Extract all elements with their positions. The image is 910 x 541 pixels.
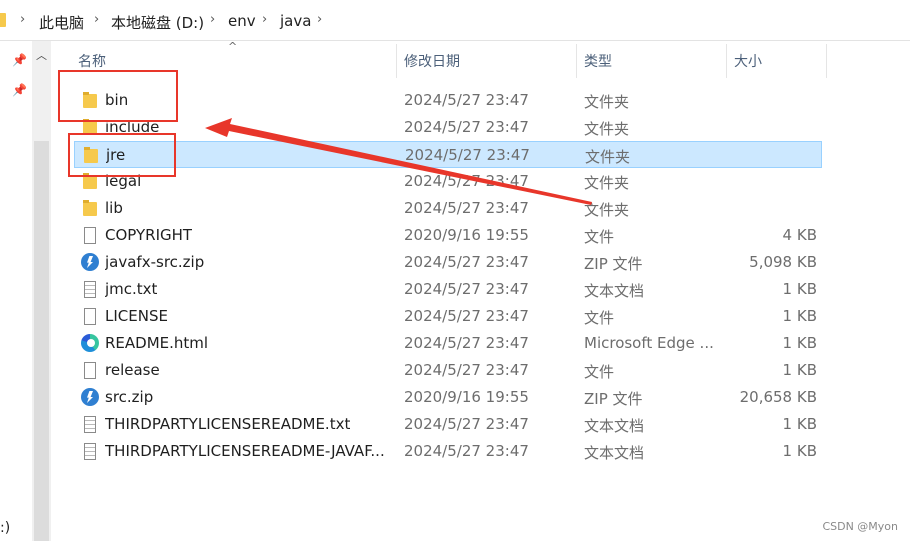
watermark: CSDN @Myon⁠: [822, 520, 898, 533]
annotation-arrow: [205, 118, 592, 205]
